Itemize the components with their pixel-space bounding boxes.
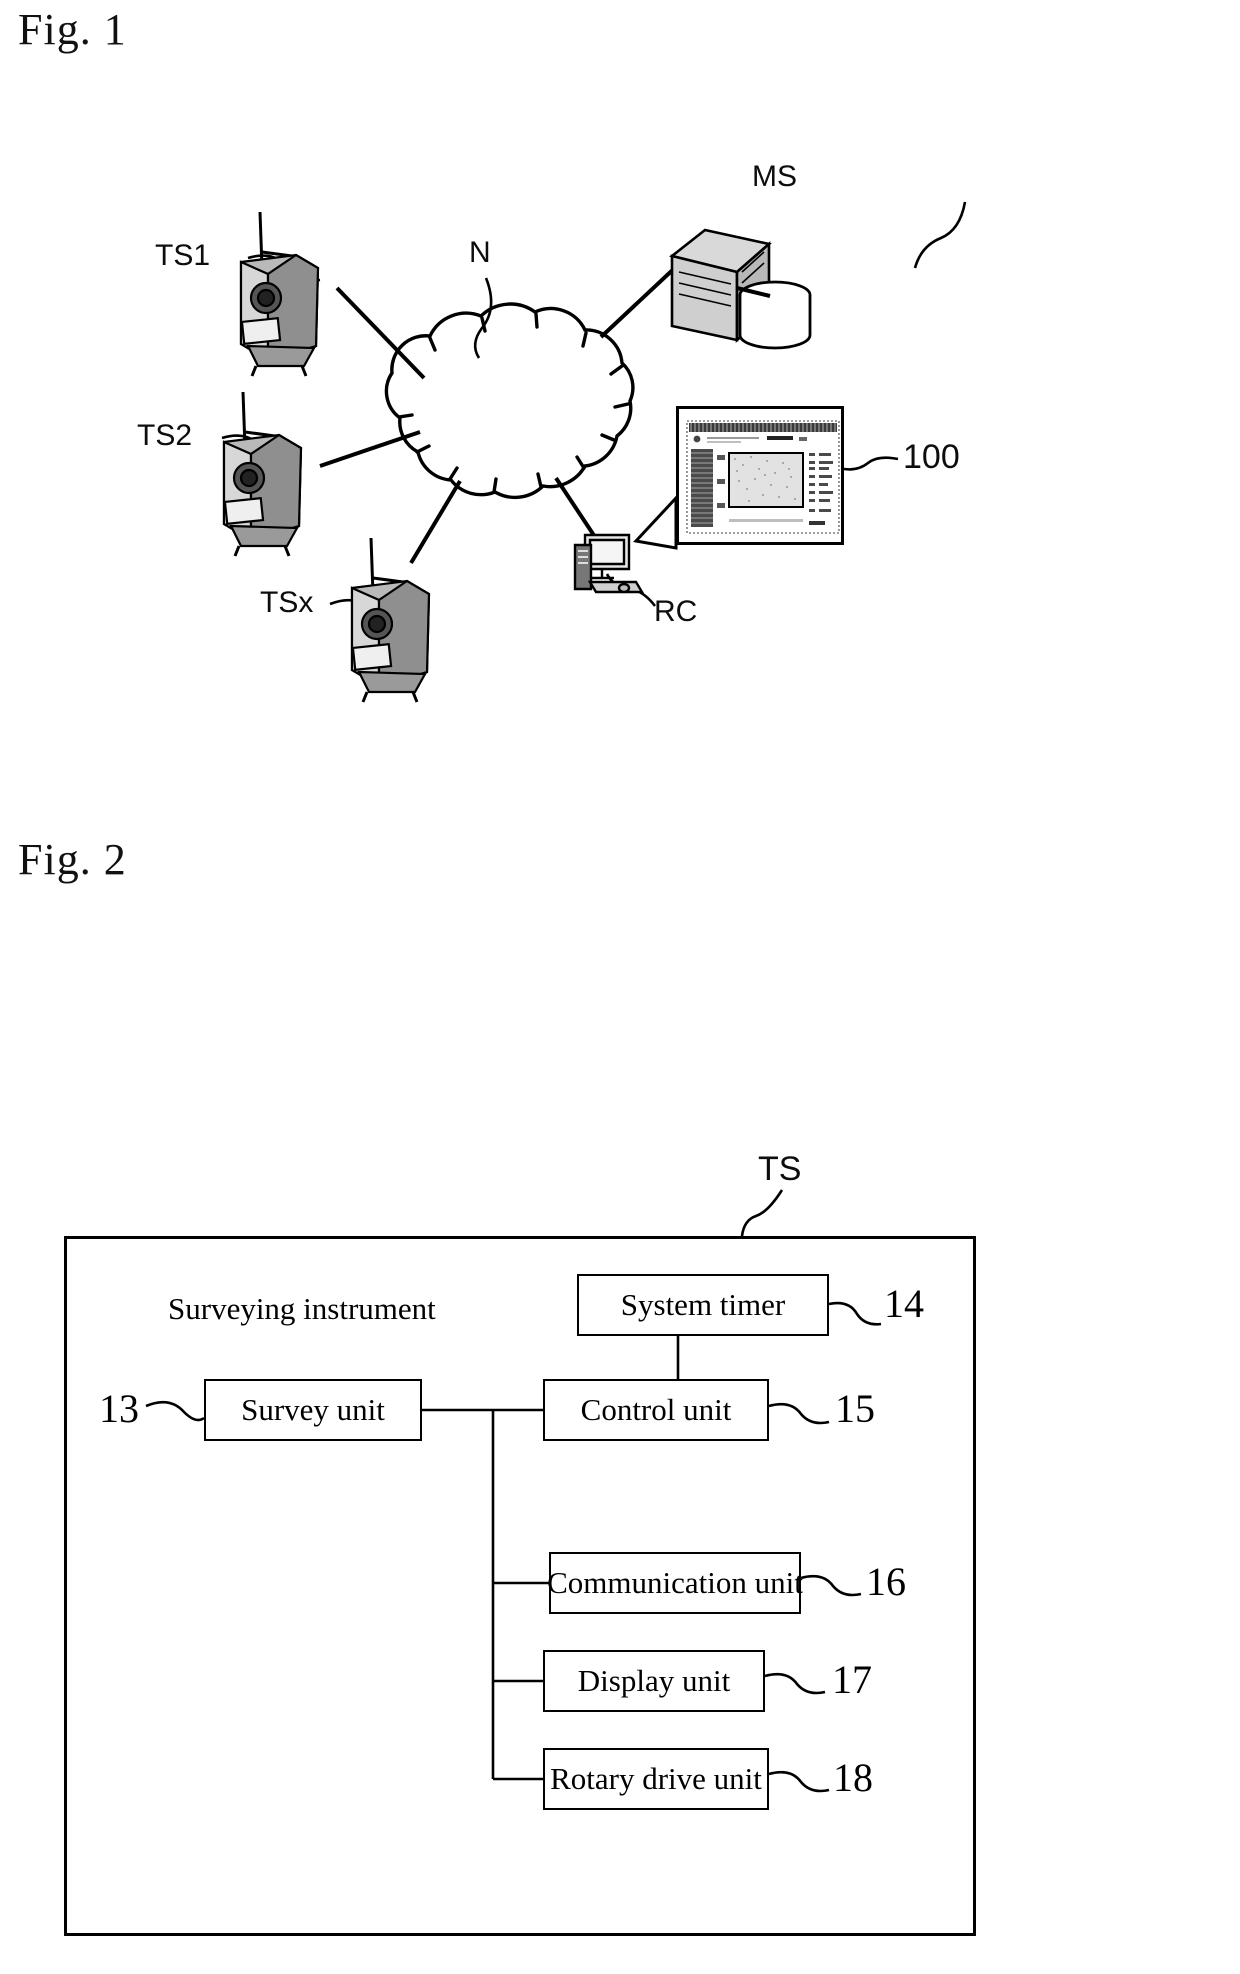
- patent-drawing-sheet: Fig. 1 TS1 TS2 TSx N MS RC 100 Fig. 2 TS…: [0, 0, 1240, 1974]
- leader-18: [769, 1772, 829, 1791]
- figure-2-linework: [0, 0, 1240, 1974]
- leader-15: [769, 1404, 829, 1423]
- leader-13: [146, 1402, 204, 1420]
- leader-17: [765, 1674, 825, 1693]
- leader-14: [829, 1303, 881, 1324]
- leader-16: [801, 1576, 861, 1595]
- leader-ts-enclosure: [742, 1190, 782, 1236]
